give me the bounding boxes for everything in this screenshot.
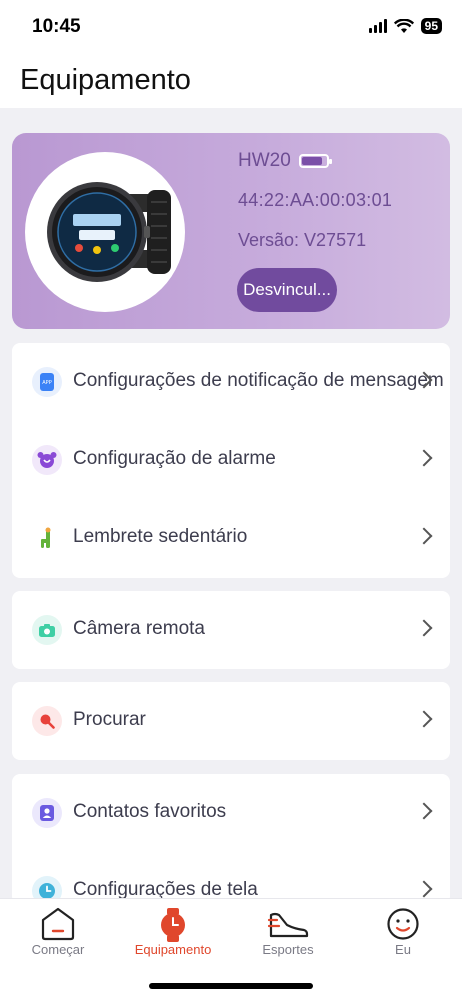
svg-text:APP: APP xyxy=(42,380,51,386)
home-indicator xyxy=(149,983,313,989)
menu-label-search: Procurar xyxy=(73,709,146,730)
tab-start[interactable]: Começar xyxy=(8,899,108,969)
tab-equipment[interactable]: Equipamento xyxy=(123,899,223,969)
chevron-right-icon xyxy=(415,802,433,820)
tab-me[interactable]: Eu xyxy=(353,899,453,969)
tab-sports[interactable]: Esportes xyxy=(238,899,338,969)
device-card: HW20 44:22:AA:00:03:01 Versão: V27571 De… xyxy=(12,133,450,329)
status-icons: 95 xyxy=(368,18,442,34)
status-time: 10:45 xyxy=(32,16,81,37)
smiley-face-icon xyxy=(387,908,419,940)
settings-group-1: APP Configurações de notificação de mens… xyxy=(12,343,450,578)
app-notification-icon: APP xyxy=(32,367,62,397)
chevron-right-icon xyxy=(415,880,433,898)
device-mac-address: 44:22:AA:00:03:01 xyxy=(238,190,393,210)
alarm-clock-icon xyxy=(32,445,62,475)
search-icon xyxy=(32,706,62,736)
header: Equipamento xyxy=(0,58,462,108)
menu-label-sedentary: Lembrete sedentário xyxy=(73,526,248,547)
menu-item-search[interactable]: Procurar xyxy=(12,682,450,760)
wifi-icon xyxy=(393,18,414,33)
menu-label-alarm: Configuração de alarme xyxy=(73,448,276,469)
chevron-right-icon xyxy=(415,449,433,467)
device-version: Versão: V27571 xyxy=(238,230,367,250)
menu-item-camera[interactable]: Câmera remota xyxy=(12,591,450,669)
settings-group-3: Procurar xyxy=(12,682,450,760)
tab-label-me: Eu xyxy=(395,942,411,957)
device-battery-icon xyxy=(298,154,332,168)
settings-group-4: Contatos favoritos Configurações de tela xyxy=(12,774,450,904)
camera-icon xyxy=(32,615,62,645)
sneaker-icon xyxy=(267,912,309,938)
page-title: Equipamento xyxy=(20,64,191,96)
settings-group-2: Câmera remota xyxy=(12,591,450,669)
tab-label-sports: Esportes xyxy=(262,942,314,957)
menu-label-contacts: Contatos favoritos xyxy=(73,801,227,822)
menu-label-camera: Câmera remota xyxy=(73,618,205,639)
cellular-signal-icon xyxy=(368,19,387,33)
chevron-right-icon xyxy=(415,710,433,728)
menu-item-notifications[interactable]: APP Configurações de notificação de mens… xyxy=(12,343,450,421)
chevron-right-icon xyxy=(415,619,433,637)
menu-item-contacts[interactable]: Contatos favoritos xyxy=(12,774,450,852)
sedentary-chair-icon xyxy=(32,523,62,553)
device-name: HW20 xyxy=(238,150,291,171)
tab-label-start: Começar xyxy=(31,942,85,957)
home-icon xyxy=(41,907,75,941)
battery-indicator: 95 xyxy=(420,18,442,34)
watch-image xyxy=(25,152,185,312)
device-name-row: HW20 xyxy=(238,150,332,172)
menu-item-sedentary[interactable]: Lembrete sedentário xyxy=(12,499,450,577)
unbind-button[interactable]: Desvincul... xyxy=(237,268,337,312)
menu-label-notifications: Configurações de notificação de mensagem xyxy=(73,370,444,391)
contacts-icon xyxy=(32,798,62,828)
status-bar: 10:45 95 xyxy=(0,0,462,58)
chevron-right-icon xyxy=(415,527,433,545)
menu-item-screen[interactable]: Configurações de tela xyxy=(12,852,450,904)
menu-item-alarm[interactable]: Configuração de alarme xyxy=(12,421,450,499)
smartwatch-icon xyxy=(47,182,171,282)
tab-label-equipment: Equipamento xyxy=(134,942,212,957)
watch-tab-icon xyxy=(161,908,185,942)
